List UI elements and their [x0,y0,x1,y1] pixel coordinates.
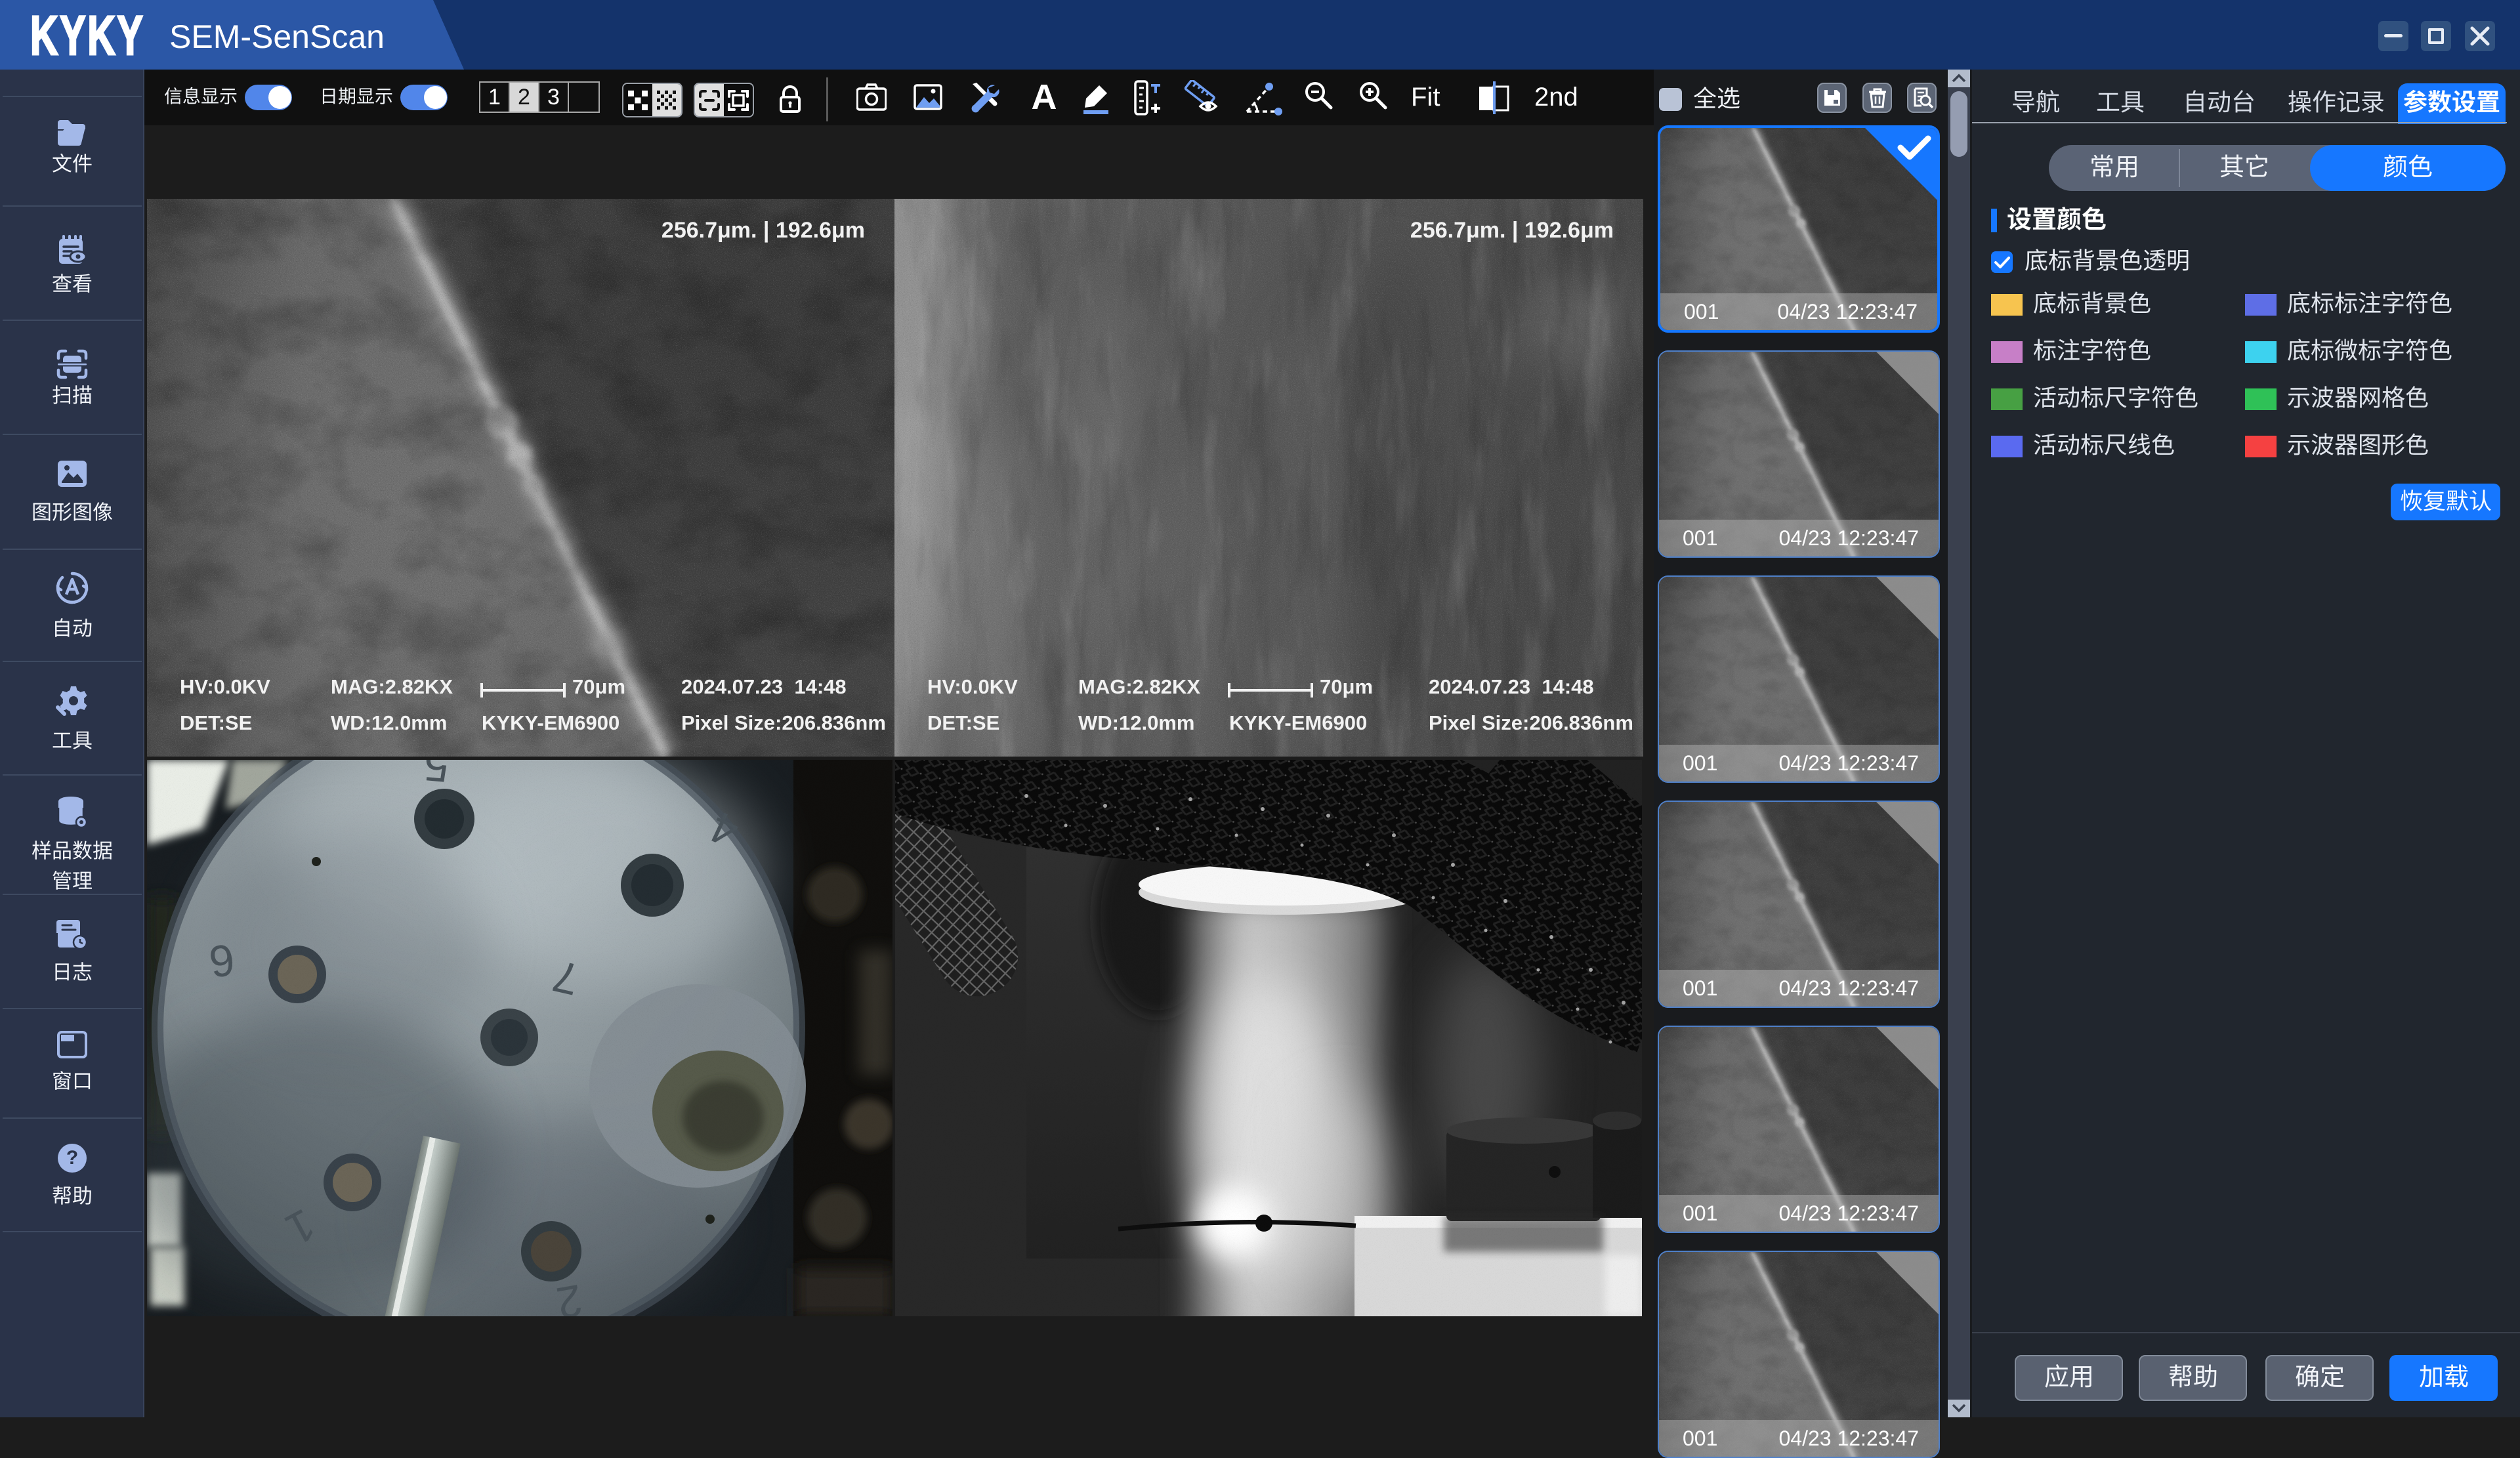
svg-text:?: ? [66,1147,78,1169]
